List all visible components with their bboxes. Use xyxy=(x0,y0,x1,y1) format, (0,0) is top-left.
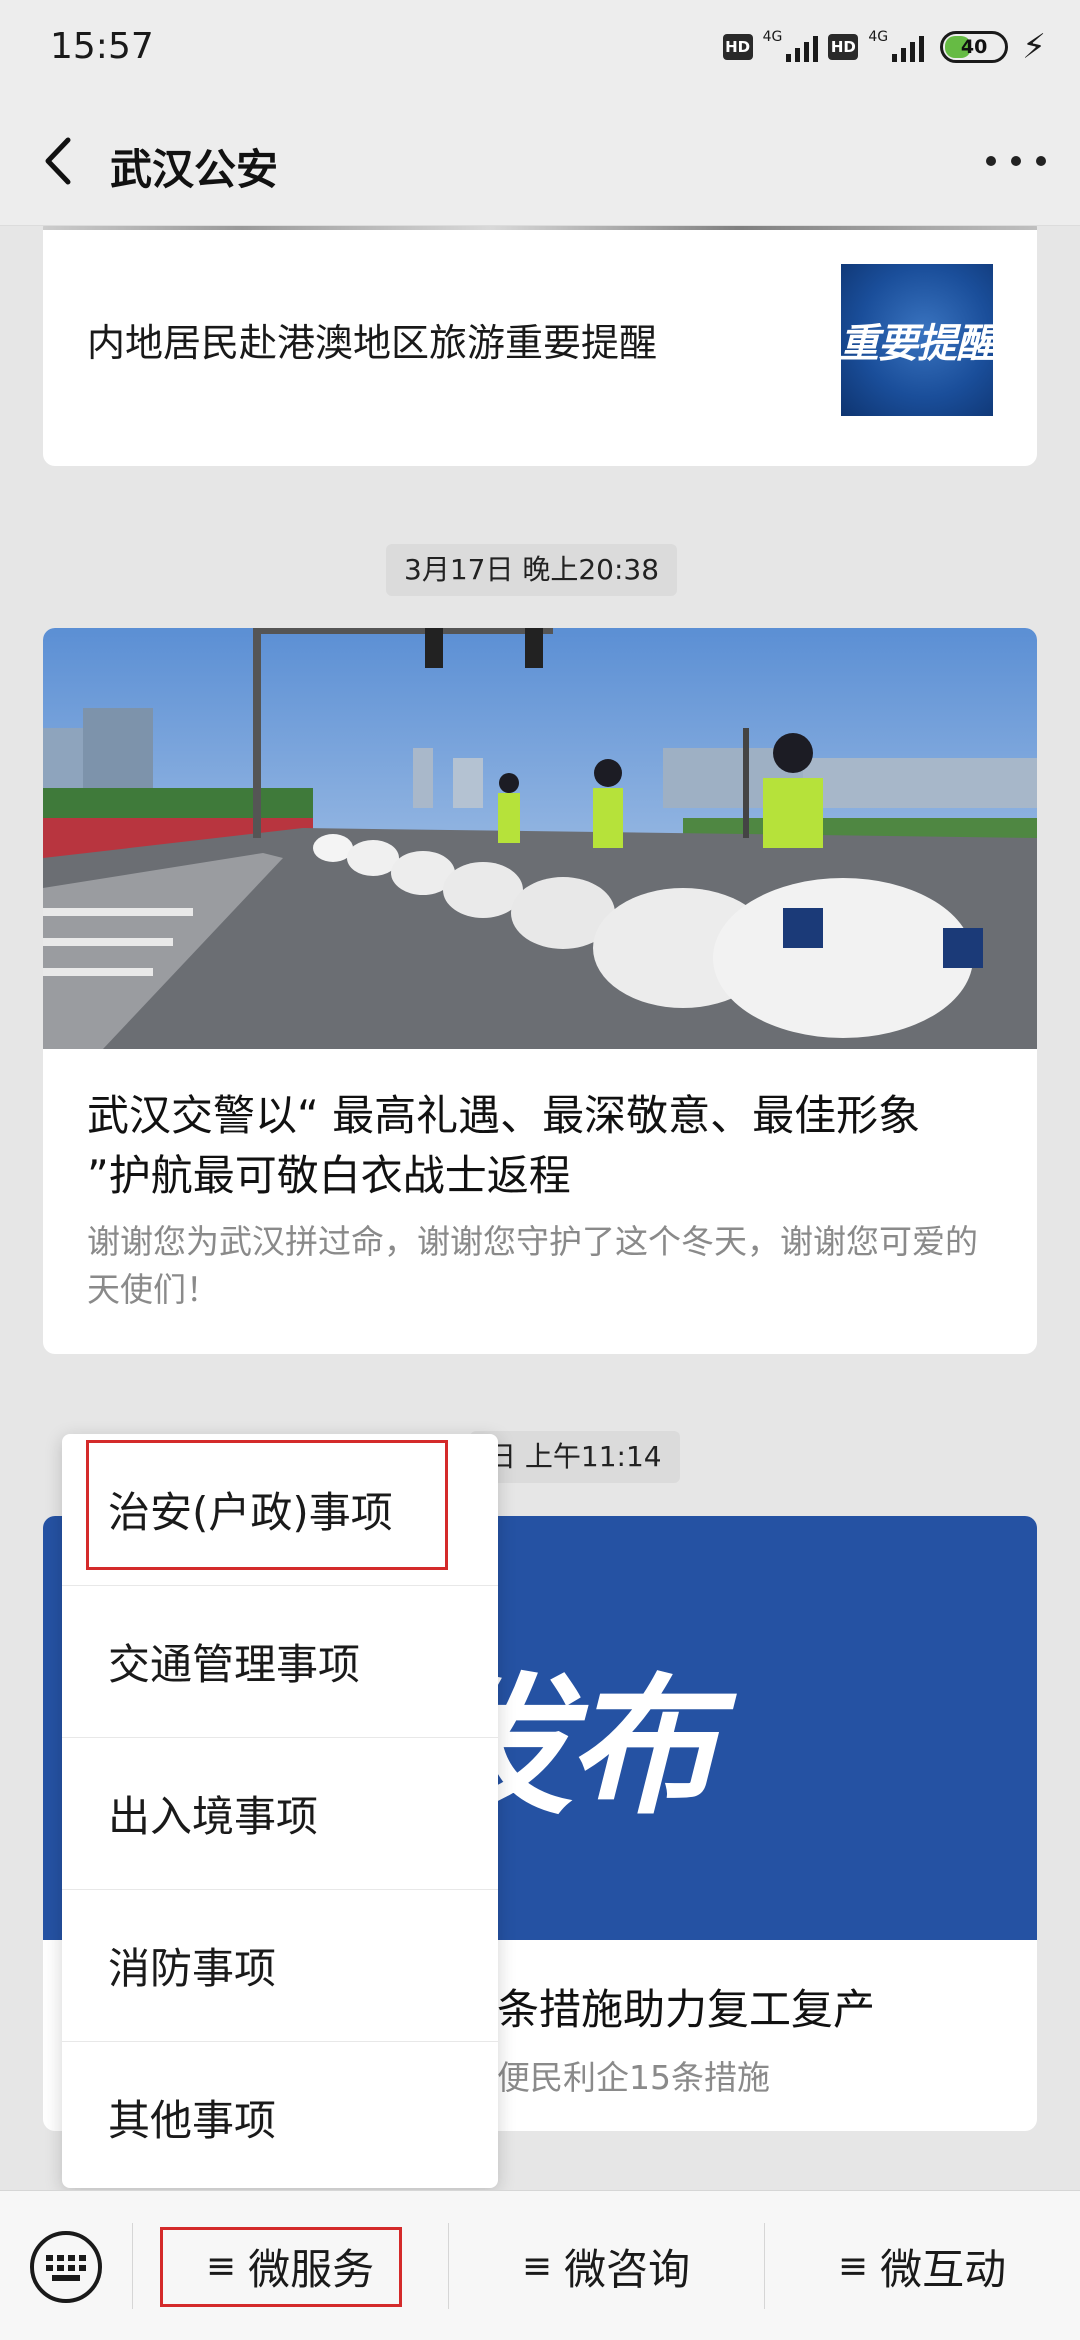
submenu-item-fire[interactable]: 消防事项 xyxy=(62,1890,498,2042)
network-type-label-2: 4G xyxy=(868,29,889,45)
bottom-menu-bar: ≡ 微服务 ≡ 微咨询 ≡ 微互动 xyxy=(0,2190,1080,2340)
submenu-item-label: 其他事项 xyxy=(108,2096,277,2145)
article-card-2[interactable]: 武汉交警以“ 最高礼遇、最深敬意、最佳形象 ”护航最可敬白衣战士返程 谢谢您为武… xyxy=(43,628,1037,1354)
submenu-item-label: 出入境事项 xyxy=(108,1792,319,1841)
lightning-bolt-icon: ⚡ xyxy=(1022,27,1046,67)
menu-button-label: 微互动 xyxy=(880,2244,1007,2294)
submenu-item-traffic[interactable]: 交通管理事项 xyxy=(62,1586,498,1738)
thumbnail-text: 重要提醒 xyxy=(841,321,993,367)
battery-icon: 40 xyxy=(940,31,1009,63)
submenu-item-label: 交通管理事项 xyxy=(108,1640,361,1689)
previous-image-edge xyxy=(43,226,1037,230)
network-type-label: 4G xyxy=(762,29,783,45)
nav-bar: 武汉公安 xyxy=(0,96,1080,226)
menu-button-micro-consult[interactable]: ≡ 微咨询 xyxy=(448,2191,764,2340)
ellipsis-icon[interactable] xyxy=(986,136,1046,186)
submenu-item-immigration[interactable]: 出入境事项 xyxy=(62,1738,498,1890)
hamburger-icon: ≡ xyxy=(521,2245,553,2287)
menu-button-label: 微服务 xyxy=(248,2244,375,2294)
article-title-visible: 条措施助力复工复产 xyxy=(497,1985,876,2034)
hamburger-icon: ≡ xyxy=(205,2245,237,2287)
article-digest: 谢谢您为武汉拼过命，谢谢您守护了这个冬天，谢谢您可爱的天使们！ xyxy=(87,1222,978,1309)
chevron-left-icon[interactable] xyxy=(38,136,78,186)
signal-strength-icon-2 xyxy=(892,32,925,62)
keyboard-icon[interactable] xyxy=(26,2227,106,2307)
article-thumbnail: 重要提醒 xyxy=(841,264,993,416)
article-title: 内地居民赴港澳地区旅游重要提醒 xyxy=(87,321,658,365)
menu-button-micro-service[interactable]: ≡ 微服务 xyxy=(132,2191,448,2340)
menu-button-label: 微咨询 xyxy=(564,2244,691,2294)
hamburger-icon: ≡ xyxy=(837,2245,869,2287)
submenu-item-label: 消防事项 xyxy=(108,1944,277,1993)
status-bar: 15:57 HD 4G HD 4G 40 ⚡ xyxy=(0,0,1080,96)
article-card-1[interactable]: 内地居民赴港澳地区旅游重要提醒 重要提醒 xyxy=(43,226,1037,466)
article-cover-image xyxy=(43,628,1037,1049)
menu-button-micro-interact[interactable]: ≡ 微互动 xyxy=(764,2191,1080,2340)
timestamp-chip: 日 上午11:14 xyxy=(470,1431,680,1483)
signal-strength-icon xyxy=(786,32,819,62)
hd-badge-2: HD xyxy=(828,34,859,60)
submenu-item-other[interactable]: 其他事项 xyxy=(62,2042,498,2194)
status-indicators: HD 4G HD 4G 40 ⚡ xyxy=(722,24,1046,70)
article-title: 武汉交警以“ 最高礼遇、最深敬意、最佳形象 ”护航最可敬白衣战士返程 xyxy=(87,1091,921,1200)
status-time: 15:57 xyxy=(50,26,154,67)
hd-badge: HD xyxy=(722,34,753,60)
submenu-popup: 治安(户政)事项 交通管理事项 出入境事项 消防事项 其他事项 xyxy=(62,1434,498,2194)
submenu-item-public-security[interactable]: 治安(户政)事项 xyxy=(62,1434,498,1586)
article-digest-visible: 便民利企15条措施 xyxy=(497,2058,770,2097)
page-title: 武汉公安 xyxy=(110,145,279,194)
battery-level: 40 xyxy=(960,36,988,58)
submenu-item-label: 治安(户政)事项 xyxy=(108,1488,393,1537)
timestamp-chip: 3月17日 晚上20:38 xyxy=(386,544,678,596)
